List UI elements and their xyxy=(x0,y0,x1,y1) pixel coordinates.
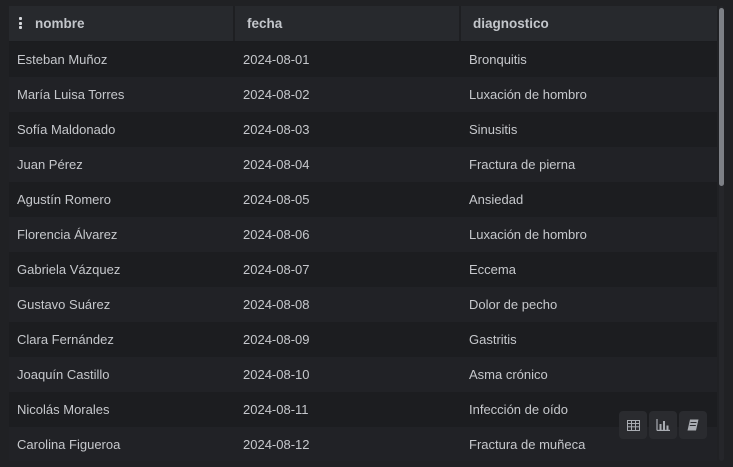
table-icon xyxy=(626,419,640,431)
column-header-label: fecha xyxy=(247,16,283,31)
cell-nombre[interactable]: Carolina Figueroa xyxy=(9,427,235,461)
view-switcher xyxy=(619,411,707,439)
data-table: nombre fecha diagnostico Esteban Muñoz 2… xyxy=(9,6,717,461)
cell-diagnostico[interactable]: Asma crónico xyxy=(461,357,717,392)
column-header-diagnostico[interactable]: diagnostico xyxy=(461,6,717,41)
chart-view-button[interactable] xyxy=(649,411,677,439)
cell-nombre[interactable]: Clara Fernández xyxy=(9,322,235,357)
cell-fecha[interactable]: 2024-08-11 xyxy=(235,392,461,427)
cell-diagnostico[interactable]: Dolor de pecho xyxy=(461,287,717,322)
cell-nombre[interactable]: Juan Pérez xyxy=(9,147,235,182)
cell-diagnostico[interactable]: Luxación de hombro xyxy=(461,217,717,252)
table-row[interactable]: Clara Fernández 2024-08-09 Gastritis xyxy=(9,322,717,357)
cell-nombre[interactable]: Esteban Muñoz xyxy=(9,42,235,77)
notebook-view-button[interactable] xyxy=(679,411,707,439)
column-header-fecha[interactable]: fecha xyxy=(235,6,461,41)
cell-fecha[interactable]: 2024-08-05 xyxy=(235,182,461,217)
table-body: Esteban Muñoz 2024-08-01 Bronquitis Marí… xyxy=(9,42,717,461)
table-row[interactable]: Sofía Maldonado 2024-08-03 Sinusitis xyxy=(9,112,717,147)
cell-fecha[interactable]: 2024-08-10 xyxy=(235,357,461,392)
cell-fecha[interactable]: 2024-08-02 xyxy=(235,77,461,112)
column-header-nombre[interactable]: nombre xyxy=(9,6,235,41)
cell-diagnostico[interactable]: Eccema xyxy=(461,252,717,287)
bar-chart-icon xyxy=(656,419,670,431)
table-row[interactable]: Esteban Muñoz 2024-08-01 Bronquitis xyxy=(9,42,717,77)
cell-diagnostico[interactable]: Ansiedad xyxy=(461,182,717,217)
cell-nombre[interactable]: Gabriela Vázquez xyxy=(9,252,235,287)
cell-nombre[interactable]: Joaquín Castillo xyxy=(9,357,235,392)
cell-nombre[interactable]: María Luisa Torres xyxy=(9,77,235,112)
cell-nombre[interactable]: Sofía Maldonado xyxy=(9,112,235,147)
cell-fecha[interactable]: 2024-08-07 xyxy=(235,252,461,287)
cell-fecha[interactable]: 2024-08-12 xyxy=(235,427,461,461)
table-row[interactable]: María Luisa Torres 2024-08-02 Luxación d… xyxy=(9,77,717,112)
cell-fecha[interactable]: 2024-08-09 xyxy=(235,322,461,357)
result-grid: nombre fecha diagnostico Esteban Muñoz 2… xyxy=(0,0,733,467)
cell-diagnostico[interactable]: Fractura de pierna xyxy=(461,147,717,182)
column-menu-icon[interactable] xyxy=(19,17,23,29)
cell-fecha[interactable]: 2024-08-01 xyxy=(235,42,461,77)
table-row[interactable]: Gustavo Suárez 2024-08-08 Dolor de pecho xyxy=(9,287,717,322)
cell-diagnostico[interactable]: Luxación de hombro xyxy=(461,77,717,112)
cell-nombre[interactable]: Nicolás Morales xyxy=(9,392,235,427)
table-row[interactable]: Juan Pérez 2024-08-04 Fractura de pierna xyxy=(9,147,717,182)
table-header: nombre fecha diagnostico xyxy=(9,6,717,42)
table-row[interactable]: Agustín Romero 2024-08-05 Ansiedad xyxy=(9,182,717,217)
table-row[interactable]: Gabriela Vázquez 2024-08-07 Eccema xyxy=(9,252,717,287)
cell-diagnostico[interactable]: Gastritis xyxy=(461,322,717,357)
table-row[interactable]: Florencia Álvarez 2024-08-06 Luxación de… xyxy=(9,217,717,252)
vertical-scrollbar[interactable] xyxy=(719,6,724,461)
table-view-button[interactable] xyxy=(619,411,647,439)
cell-diagnostico[interactable]: Sinusitis xyxy=(461,112,717,147)
cell-nombre[interactable]: Agustín Romero xyxy=(9,182,235,217)
cell-fecha[interactable]: 2024-08-03 xyxy=(235,112,461,147)
table-row[interactable]: Joaquín Castillo 2024-08-10 Asma crónico xyxy=(9,357,717,392)
cell-nombre[interactable]: Gustavo Suárez xyxy=(9,287,235,322)
cell-fecha[interactable]: 2024-08-08 xyxy=(235,287,461,322)
cell-fecha[interactable]: 2024-08-04 xyxy=(235,147,461,182)
cell-diagnostico[interactable]: Bronquitis xyxy=(461,42,717,77)
column-header-label: diagnostico xyxy=(473,16,549,31)
cell-nombre[interactable]: Florencia Álvarez xyxy=(9,217,235,252)
scrollbar-thumb[interactable] xyxy=(719,8,724,186)
column-header-label: nombre xyxy=(35,16,85,31)
table-row[interactable]: Carolina Figueroa 2024-08-12 Fractura de… xyxy=(9,427,717,461)
cell-fecha[interactable]: 2024-08-06 xyxy=(235,217,461,252)
notebook-icon xyxy=(687,419,699,431)
table-row[interactable]: Nicolás Morales 2024-08-11 Infección de … xyxy=(9,392,717,427)
